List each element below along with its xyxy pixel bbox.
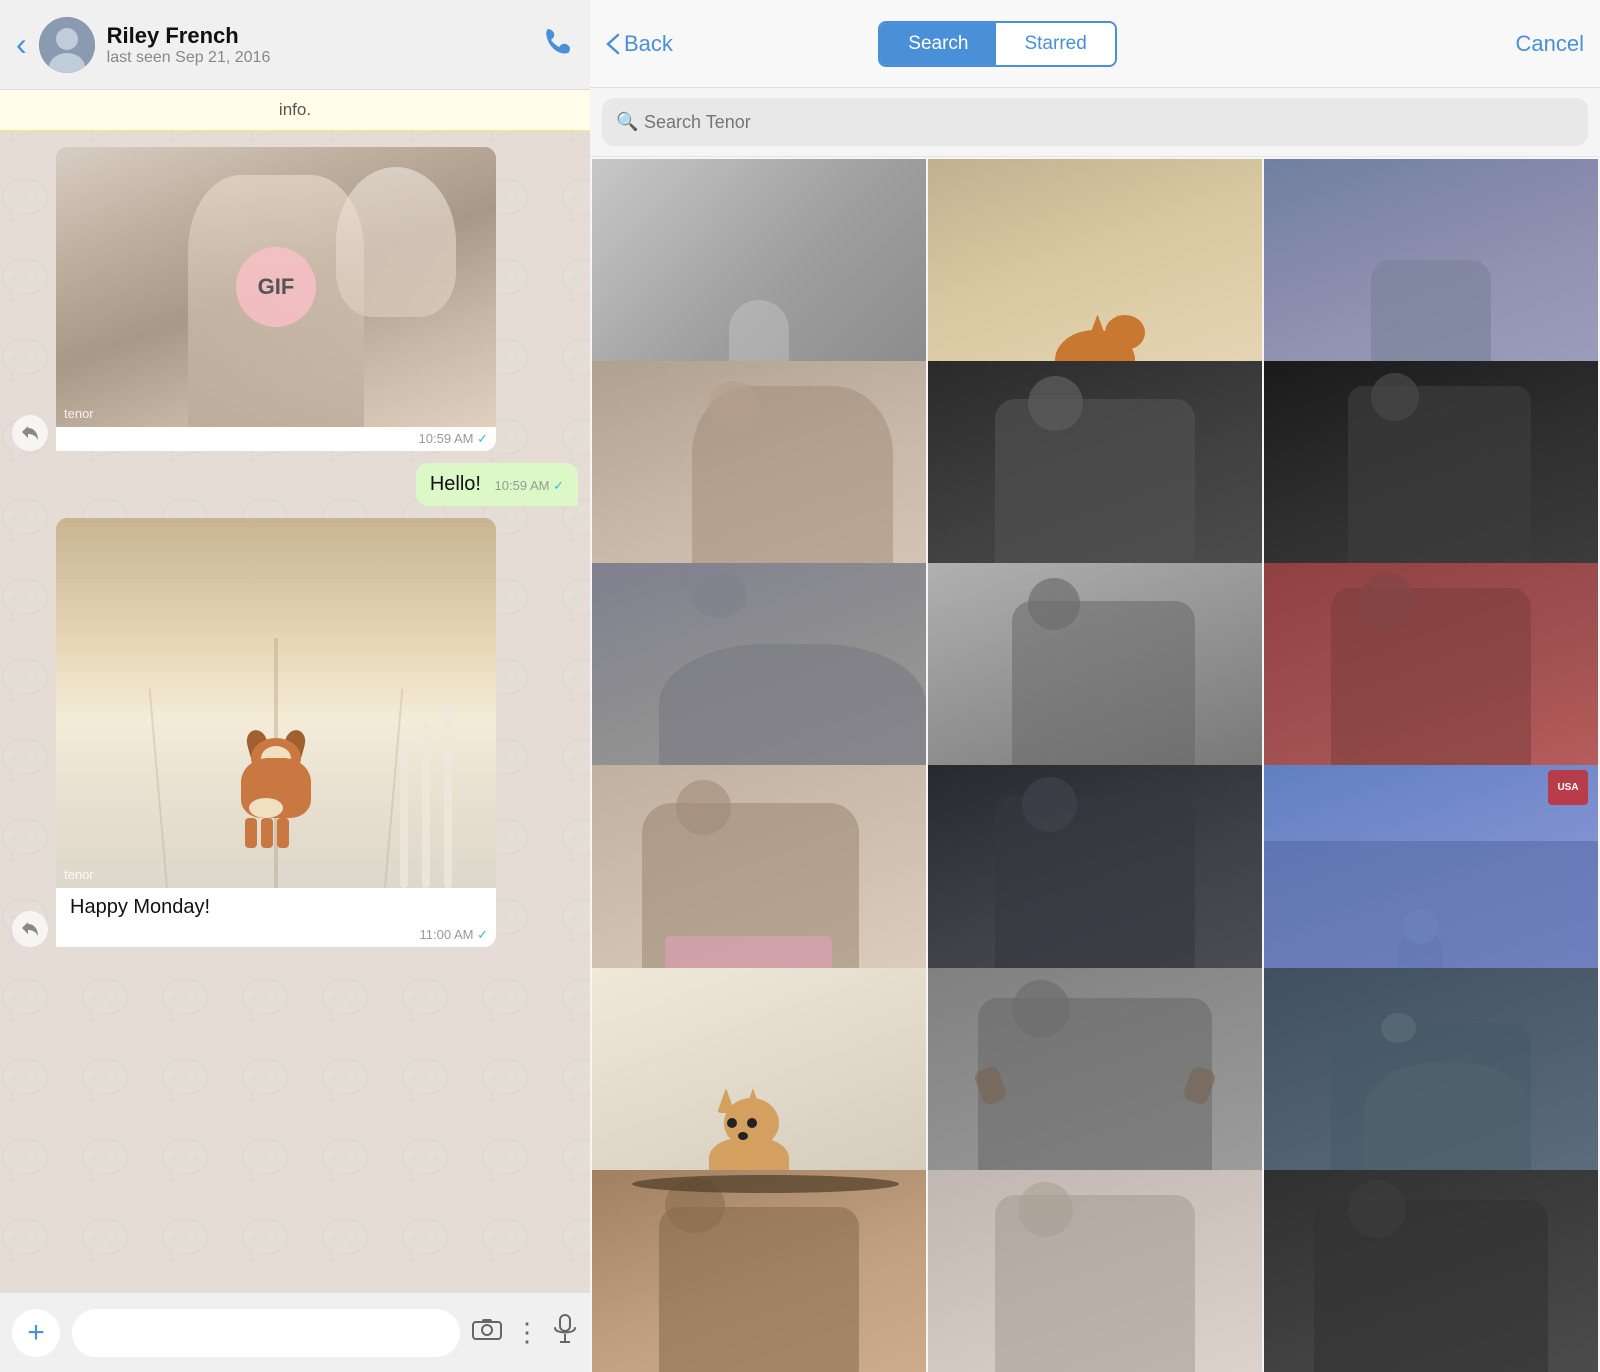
- add-button[interactable]: +: [12, 1309, 60, 1357]
- avatar: [39, 17, 95, 73]
- camera-icon[interactable]: [472, 1317, 502, 1348]
- gif-container-2: tenor: [56, 518, 496, 888]
- gif-message-received[interactable]: GIF tenor 10:59 AM ✓: [56, 147, 496, 451]
- search-bar-wrapper: 🔍: [602, 98, 1588, 146]
- info-bar: info.: [0, 90, 590, 131]
- gif-cell[interactable]: [592, 1170, 926, 1372]
- search-bar-container: 🔍: [590, 88, 1600, 157]
- gif-cell[interactable]: [928, 1170, 1262, 1372]
- reply-button[interactable]: [12, 415, 48, 451]
- message-time-inline: 10:59 AM ✓: [495, 478, 564, 493]
- back-link[interactable]: Back: [606, 31, 673, 57]
- message-time-2: 11:00 AM ✓: [56, 923, 496, 947]
- gif-grid: WHAT?: [590, 157, 1600, 1372]
- gif-badge: GIF: [236, 247, 316, 327]
- gif-container: GIF tenor: [56, 147, 496, 427]
- tab-group: Search Starred: [878, 21, 1117, 67]
- info-text: info.: [279, 100, 311, 119]
- back-button[interactable]: ‹: [16, 26, 27, 63]
- gif-picker-header: Back Search Starred Cancel: [590, 0, 1600, 88]
- message-row: tenor Happy Monday! 11:00 AM ✓: [12, 518, 578, 947]
- tenor-label: tenor: [64, 406, 94, 421]
- tab-search[interactable]: Search: [880, 23, 996, 65]
- cancel-button[interactable]: Cancel: [1516, 31, 1584, 57]
- chat-input-bar: + ⋮: [0, 1292, 590, 1372]
- gif-picker-panel: Back Search Starred Cancel 🔍: [590, 0, 1600, 1372]
- phone-icon[interactable]: [542, 25, 574, 65]
- message-input[interactable]: [72, 1309, 460, 1357]
- message-text: Hello! 10:59 AM ✓: [416, 463, 578, 506]
- chat-panel: ‹ Riley French last seen Sep 21, 2016 in…: [0, 0, 590, 1372]
- chat-header: ‹ Riley French last seen Sep 21, 2016: [0, 0, 590, 90]
- contact-name: Riley French: [107, 23, 530, 49]
- contact-status: last seen Sep 21, 2016: [107, 49, 530, 67]
- avatar-image: [39, 17, 95, 73]
- message-row: Hello! 10:59 AM ✓: [12, 463, 578, 506]
- gif-message-received-2[interactable]: tenor Happy Monday! 11:00 AM ✓: [56, 518, 496, 947]
- message-caption: Happy Monday!: [56, 888, 496, 923]
- tab-starred[interactable]: Starred: [996, 23, 1114, 65]
- microphone-icon[interactable]: [552, 1314, 578, 1351]
- message-time: 10:59 AM ✓: [56, 427, 496, 451]
- back-label: Back: [624, 31, 673, 57]
- search-icon: 🔍: [616, 112, 638, 133]
- search-input[interactable]: [602, 98, 1588, 146]
- message-row: GIF tenor 10:59 AM ✓: [12, 147, 578, 451]
- reply-button[interactable]: [12, 911, 48, 947]
- tenor-label-2: tenor: [64, 867, 94, 882]
- chat-messages: GIF tenor 10:59 AM ✓ Hello! 10:59 AM ✓: [0, 131, 590, 1292]
- text-message-sent[interactable]: Hello! 10:59 AM ✓: [416, 463, 578, 506]
- more-options-icon[interactable]: ⋮: [514, 1317, 540, 1348]
- gif-cell[interactable]: [1264, 1170, 1598, 1372]
- contact-info: Riley French last seen Sep 21, 2016: [107, 23, 530, 67]
